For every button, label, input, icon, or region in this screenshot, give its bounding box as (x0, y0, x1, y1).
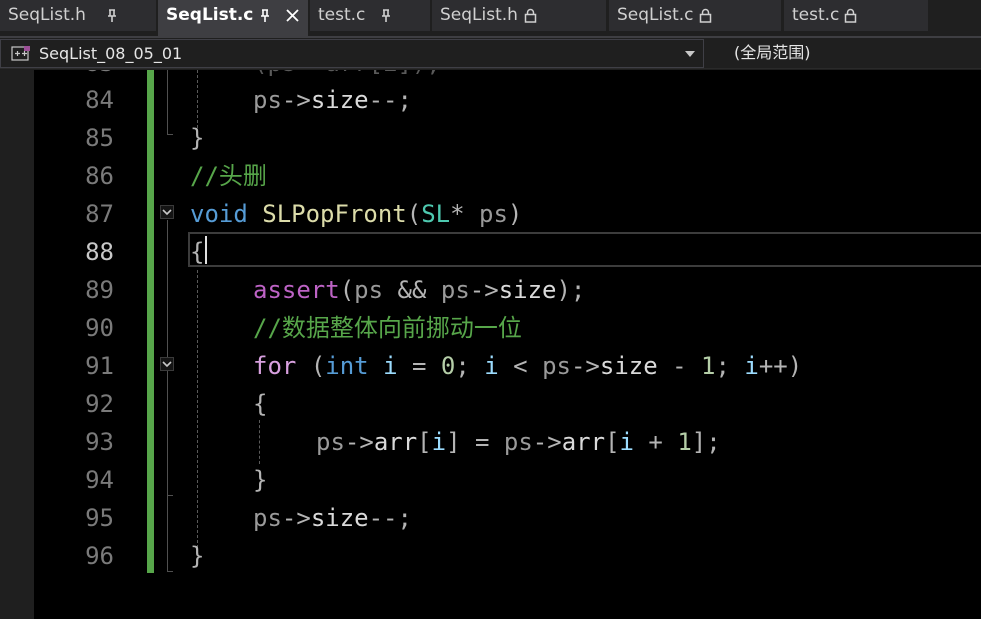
fold-collapse-icon[interactable] (160, 356, 174, 371)
glyph-margin (0, 70, 34, 619)
outline-end-tick (167, 571, 173, 572)
outline-end-tick (167, 134, 173, 135)
code-line: ps->size--; (253, 86, 412, 114)
document-tab-strip: SeqList.h SeqList.c test.c SeqList.h Seq… (0, 0, 981, 36)
line-number: 84 (85, 86, 114, 114)
code-line: } (253, 466, 268, 494)
line-number: 96 (85, 542, 114, 570)
close-icon[interactable] (286, 9, 299, 22)
cpp-project-icon (11, 46, 30, 61)
line-number: 94 (85, 466, 114, 494)
lock-icon (524, 8, 537, 23)
code-line: void SLPopFront(SL* ps) (190, 200, 523, 228)
tab-seqlist-c-active[interactable]: SeqList.c (158, 0, 308, 31)
tab-seqlist-c-locked[interactable]: SeqList.c (609, 0, 781, 31)
line-number: 87 (85, 200, 114, 228)
text-caret (205, 236, 207, 264)
navigation-bar: SeqList_08_05_01 (全局范围) (0, 38, 981, 69)
tab-seqlist-h-pinned[interactable]: SeqList.h (0, 0, 156, 31)
line-number: 90 (85, 314, 114, 342)
code-line: //数据整体向前挪动一位 (253, 314, 522, 342)
tab-label: test.c (792, 5, 840, 25)
code-line: ps->size--; (253, 504, 412, 532)
lock-icon (699, 8, 712, 23)
lock-icon (844, 8, 857, 23)
tab-seqlist-h-locked[interactable]: SeqList.h (432, 0, 606, 31)
line-number: 95 (85, 504, 114, 532)
line-number: 89 (85, 276, 114, 304)
code-line: } (190, 124, 205, 152)
tab-label: SeqList.h (8, 5, 86, 25)
tab-label: SeqList.h (440, 5, 518, 25)
current-line-highlight (188, 232, 981, 267)
chevron-down-icon[interactable] (685, 51, 695, 57)
line-number: 85 (85, 124, 114, 152)
line-number: 86 (85, 162, 114, 190)
code-line: for (int i = 0; i < ps->size - 1; i++) (253, 352, 803, 380)
line-number: 91 (85, 352, 114, 380)
indent-guide (197, 270, 198, 548)
code-line: } (190, 542, 205, 570)
code-line-current: { (190, 238, 205, 266)
tab-test-c-pinned[interactable]: test.c (310, 0, 430, 31)
scope-name: (全局范围) (734, 43, 811, 62)
indent-guide (259, 420, 260, 464)
code-line: assert(ps && ps->size); (253, 276, 586, 304)
code-line: //头删 (190, 162, 267, 190)
tab-test-c-locked[interactable]: test.c (784, 0, 928, 31)
outline-end-tick (167, 495, 173, 496)
project-dropdown[interactable]: SeqList_08_05_01 (0, 39, 704, 68)
pin-icon[interactable] (259, 9, 271, 23)
tab-label: SeqList.c (617, 5, 694, 25)
pin-icon[interactable] (106, 9, 118, 23)
scope-dropdown[interactable]: (全局范围) (706, 39, 981, 68)
change-tracking-bar (147, 70, 154, 573)
code-editor[interactable]: 83 84 85 86 87 88 89 90 91 92 93 94 95 9… (0, 70, 981, 619)
outline-line (167, 70, 168, 134)
fold-collapse-icon[interactable] (160, 204, 174, 219)
tab-label: test.c (318, 5, 366, 25)
line-number: 92 (85, 390, 114, 418)
line-number: 93 (85, 428, 114, 456)
tab-label: SeqList.c (166, 5, 254, 25)
outline-line (167, 220, 168, 571)
project-name: SeqList_08_05_01 (39, 44, 183, 63)
code-line: { (253, 390, 268, 418)
code-line: ps->arr[i] = ps->arr[i + 1]; (316, 428, 721, 456)
pin-icon[interactable] (380, 9, 392, 23)
line-number-current: 88 (85, 238, 114, 266)
